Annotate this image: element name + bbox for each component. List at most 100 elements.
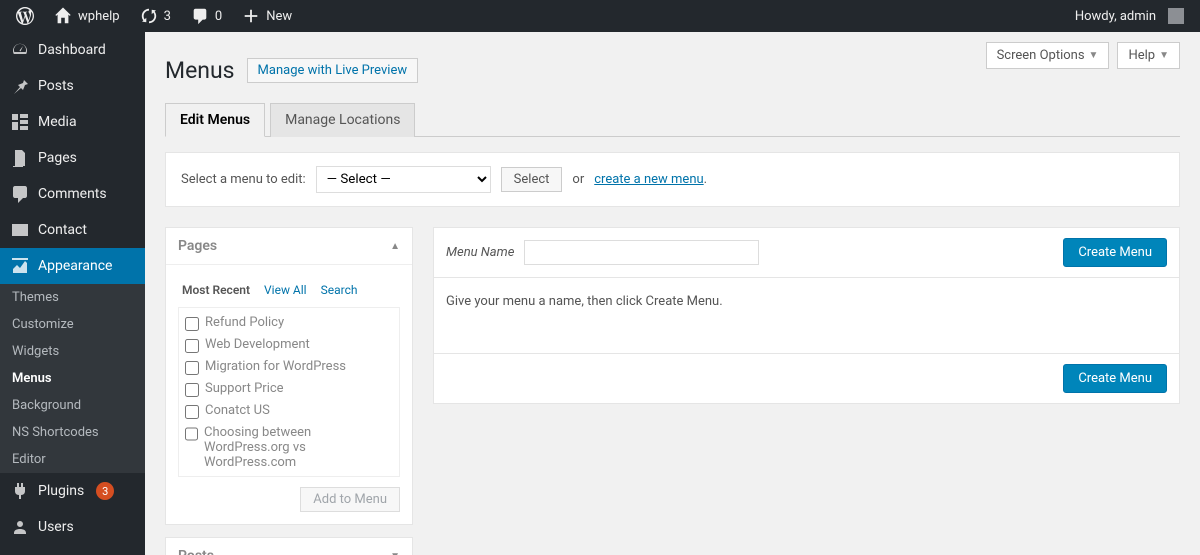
- pages-list[interactable]: Refund Policy Web Development Migration …: [178, 307, 400, 477]
- comments-link[interactable]: 0: [183, 0, 230, 32]
- subtab-view-all[interactable]: View All: [264, 283, 307, 297]
- new-label: New: [266, 9, 292, 24]
- sidebar-item-media[interactable]: Media: [0, 104, 145, 140]
- subtab-search[interactable]: Search: [321, 283, 358, 297]
- sidebar-item-pages[interactable]: Pages: [0, 140, 145, 176]
- live-preview-button[interactable]: Manage with Live Preview: [247, 58, 419, 83]
- avatar: [1168, 8, 1184, 24]
- posts-accordion: Posts ▼: [165, 537, 413, 555]
- posts-accordion-toggle[interactable]: Posts ▼: [166, 538, 412, 555]
- page-checkbox[interactable]: [185, 339, 199, 353]
- update-icon: [140, 7, 158, 25]
- menu-name-input[interactable]: [524, 240, 759, 265]
- plus-icon: [242, 7, 260, 25]
- sidebar-item-label: Appearance: [38, 258, 112, 274]
- submenu-themes[interactable]: Themes: [0, 284, 145, 311]
- submenu-menus[interactable]: Menus: [0, 365, 145, 392]
- chevron-down-icon: ▼: [1089, 50, 1099, 61]
- create-menu-button-top[interactable]: Create Menu: [1063, 238, 1167, 267]
- nav-tabs: Edit Menus Manage Locations: [165, 102, 1180, 137]
- page-item[interactable]: Migration for WordPress: [183, 356, 395, 378]
- sidebar-item-appearance[interactable]: Appearance: [0, 248, 145, 284]
- submenu-widgets[interactable]: Widgets: [0, 338, 145, 365]
- create-menu-link[interactable]: create a new menu: [594, 172, 703, 187]
- sidebar-item-dashboard[interactable]: Dashboard: [0, 32, 145, 68]
- comments-icon: [10, 184, 30, 204]
- chevron-down-icon: ▼: [1159, 50, 1169, 61]
- updates-link[interactable]: 3: [132, 0, 179, 32]
- menu-select-bar: Select a menu to edit: — Select — Select…: [165, 152, 1180, 207]
- sidebar-item-label: Comments: [38, 186, 107, 202]
- users-icon: [10, 517, 30, 537]
- sidebar-item-users[interactable]: Users: [0, 509, 145, 545]
- sidebar-item-posts[interactable]: Posts: [0, 68, 145, 104]
- sidebar-item-label: Contact: [38, 222, 87, 238]
- dashboard-icon: [10, 40, 30, 60]
- page-checkbox[interactable]: [185, 317, 199, 331]
- admin-bar: wphelp 3 0 New Howdy, admin: [0, 0, 1200, 32]
- menu-settings-panel: Menu Name Create Menu Give your menu a n…: [433, 227, 1180, 404]
- page-checkbox[interactable]: [185, 361, 199, 375]
- page-item[interactable]: Conatct US: [183, 400, 395, 422]
- new-content-link[interactable]: New: [234, 0, 300, 32]
- sidebar-item-label: Posts: [38, 78, 74, 94]
- page-checkbox[interactable]: [185, 427, 198, 441]
- sidebar-item-comments[interactable]: Comments: [0, 176, 145, 212]
- page-item[interactable]: Support Price: [183, 378, 395, 400]
- page-title: Menus: [165, 57, 235, 84]
- home-icon: [54, 7, 72, 25]
- mail-icon: [10, 220, 30, 240]
- admin-sidebar: Dashboard Posts Media Pages Comments Con…: [0, 32, 145, 555]
- plugins-icon: [10, 481, 30, 501]
- site-name: wphelp: [78, 9, 120, 24]
- or-text: or: [572, 172, 584, 187]
- site-name-link[interactable]: wphelp: [46, 0, 128, 32]
- select-prompt: Select a menu to edit:: [181, 172, 306, 187]
- sidebar-item-label: Users: [38, 519, 74, 535]
- sidebar-item-label: Pages: [38, 150, 77, 166]
- add-to-menu-button[interactable]: Add to Menu: [300, 487, 400, 512]
- menu-hint: Give your menu a name, then click Create…: [434, 278, 1179, 325]
- updates-count: 3: [164, 9, 171, 24]
- pages-icon: [10, 148, 30, 168]
- page-item[interactable]: Choosing between WordPress.org vs WordPr…: [183, 422, 395, 473]
- chevron-down-icon: ▼: [390, 551, 400, 555]
- sidebar-item-label: Media: [38, 114, 77, 130]
- pages-accordion-toggle[interactable]: Pages ▲: [166, 228, 412, 265]
- account-link[interactable]: Howdy, admin: [1067, 0, 1192, 32]
- page-item[interactable]: Web Development: [183, 334, 395, 356]
- create-menu-button-bottom[interactable]: Create Menu: [1063, 364, 1167, 393]
- help-button[interactable]: Help ▼: [1117, 42, 1180, 69]
- plugins-badge: 3: [96, 482, 114, 500]
- menu-name-label: Menu Name: [446, 245, 514, 260]
- sidebar-item-contact[interactable]: Contact: [0, 212, 145, 248]
- greeting: Howdy, admin: [1075, 9, 1156, 24]
- sidebar-item-label: Plugins: [38, 483, 84, 499]
- tab-edit-menus[interactable]: Edit Menus: [165, 103, 265, 137]
- submenu-customize[interactable]: Customize: [0, 311, 145, 338]
- pin-icon: [10, 76, 30, 96]
- wp-logo[interactable]: [8, 0, 42, 32]
- menu-select[interactable]: — Select —: [316, 166, 491, 193]
- page-item[interactable]: Refund Policy: [183, 312, 395, 334]
- comments-count: 0: [215, 9, 222, 24]
- pages-sub-tabs: Most Recent View All Search: [178, 275, 400, 307]
- page-checkbox[interactable]: [185, 383, 199, 397]
- submenu-ns-shortcodes[interactable]: NS Shortcodes: [0, 419, 145, 446]
- media-icon: [10, 112, 30, 132]
- main-content: Screen Options ▼ Help ▼ Menus Manage wit…: [145, 32, 1200, 555]
- page-checkbox[interactable]: [185, 405, 199, 419]
- appearance-submenu: Themes Customize Widgets Menus Backgroun…: [0, 284, 145, 473]
- subtab-most-recent[interactable]: Most Recent: [182, 283, 250, 297]
- submenu-background[interactable]: Background: [0, 392, 145, 419]
- page-item[interactable]: SSL Certificate: [183, 473, 395, 477]
- tab-manage-locations[interactable]: Manage Locations: [270, 103, 415, 137]
- sidebar-item-tools[interactable]: Tools: [0, 545, 145, 555]
- submenu-editor[interactable]: Editor: [0, 446, 145, 473]
- sidebar-item-label: Dashboard: [38, 42, 106, 58]
- sidebar-item-plugins[interactable]: Plugins 3: [0, 473, 145, 509]
- screen-options-button[interactable]: Screen Options ▼: [986, 42, 1110, 69]
- wordpress-icon: [16, 7, 34, 25]
- appearance-icon: [10, 256, 30, 276]
- select-button[interactable]: Select: [501, 167, 563, 192]
